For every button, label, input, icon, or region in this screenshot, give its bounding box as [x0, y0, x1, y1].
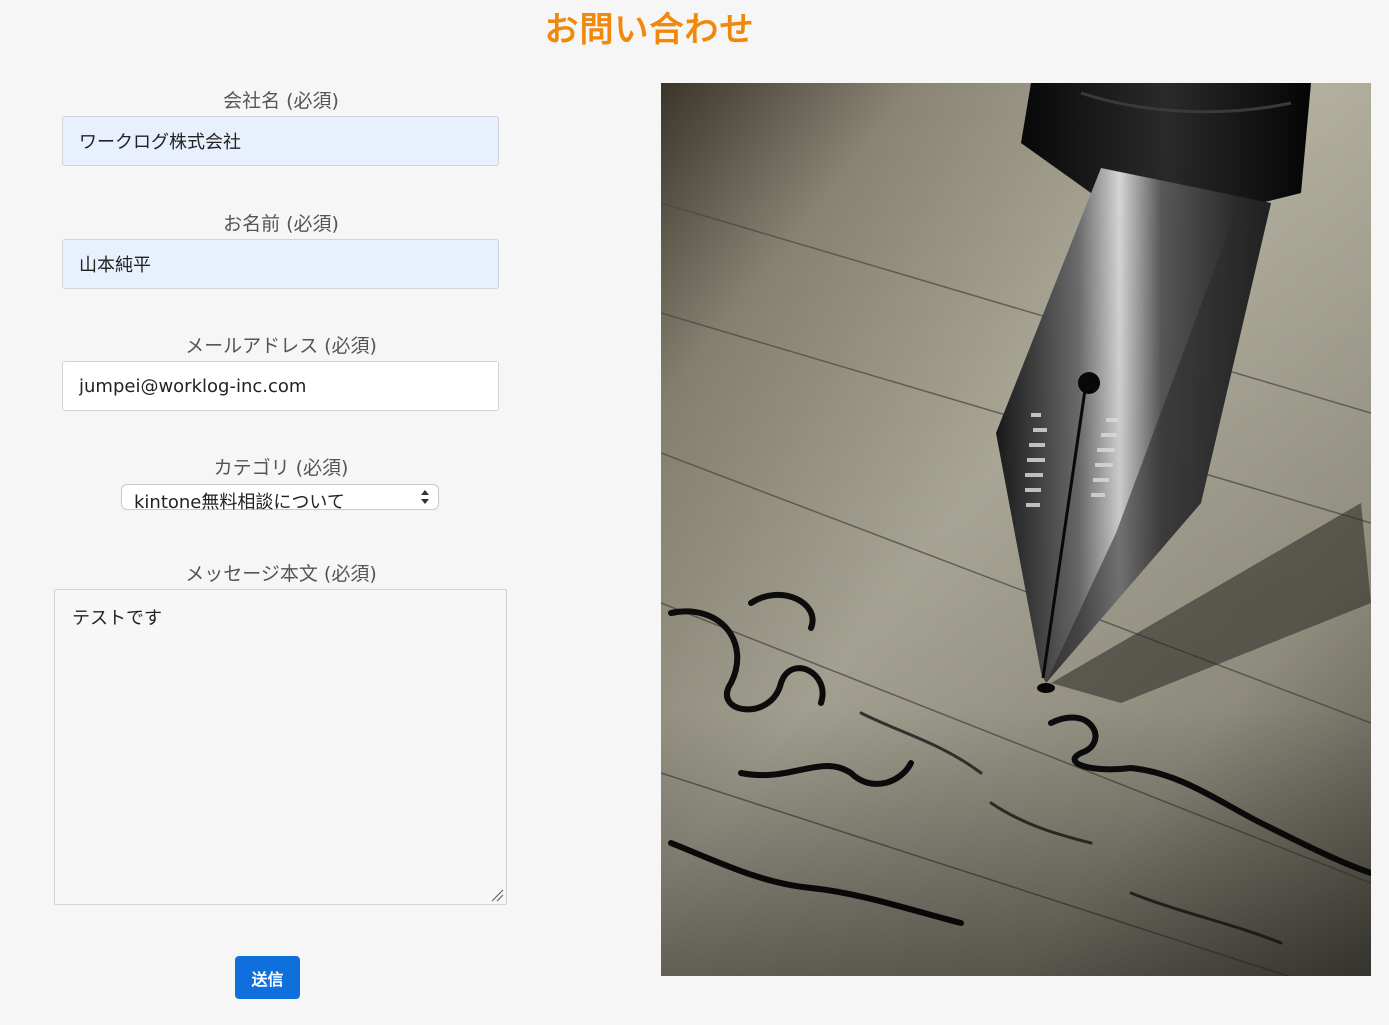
submit-button[interactable]: 送信 [235, 956, 300, 999]
fountain-pen-image [661, 83, 1371, 976]
category-select[interactable]: kintone無料相談について [121, 484, 439, 513]
email-input[interactable] [62, 361, 499, 411]
resize-handle-icon[interactable] [490, 888, 504, 902]
page-title: お問い合わせ [544, 10, 755, 50]
fountain-pen-photo [661, 83, 1371, 976]
category-selected-value: kintone無料相談について [134, 492, 345, 513]
name-input[interactable] [62, 239, 499, 289]
company-input[interactable] [62, 116, 499, 166]
select-arrows-icon [421, 490, 429, 504]
message-label: メッセージ本文 (必須) [185, 563, 377, 585]
name-label: お名前 (必須) [223, 213, 339, 235]
message-textarea[interactable]: テストです [54, 589, 507, 905]
company-label: 会社名 (必須) [223, 90, 339, 112]
category-label: カテゴリ (必須) [213, 457, 349, 479]
email-label: メールアドレス (必須) [185, 335, 377, 357]
